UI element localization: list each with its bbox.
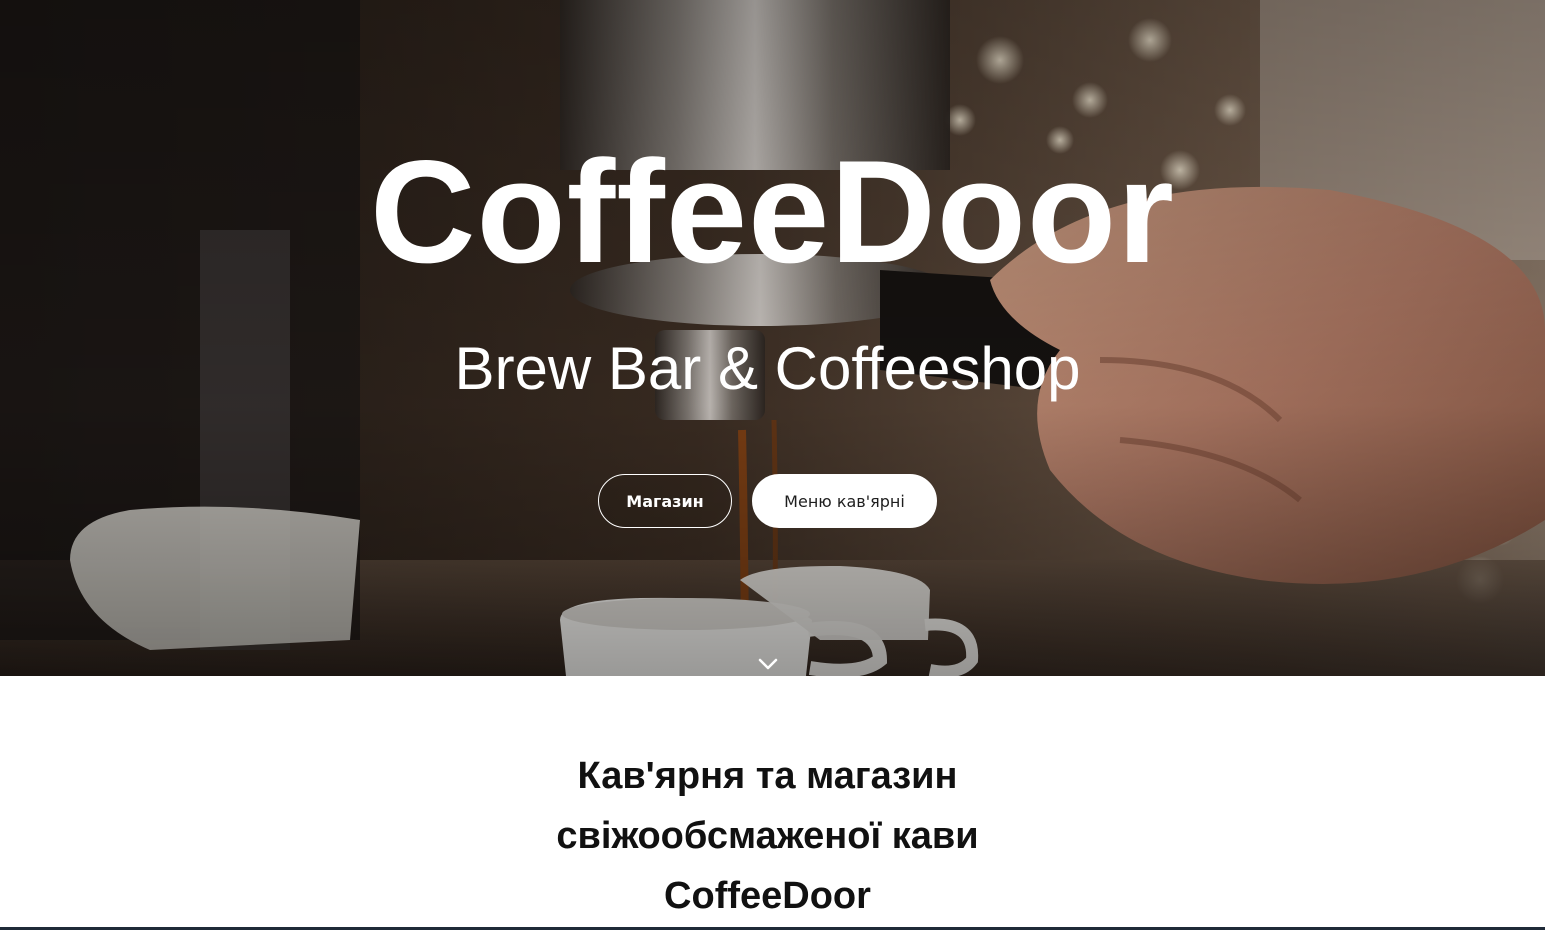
shop-button-label: Магазин: [626, 491, 704, 511]
intro-heading: Кав'ярня та магазин свіжообсмаженої кави…: [0, 746, 1535, 926]
hero-section: CoffeeDoor Brew Bar & Coffeeshop Магазин…: [0, 0, 1545, 676]
cafe-menu-button-label: Меню кав'ярні: [784, 491, 905, 511]
chevron-down-icon[interactable]: [757, 656, 779, 672]
intro-heading-line-1: Кав'ярня та магазин: [577, 755, 958, 797]
intro-heading-line-3: CoffeeDoor: [664, 875, 871, 917]
intro-heading-line-2: свіжообсмаженої кави: [556, 815, 979, 857]
hero-title: CoffeeDoor: [370, 130, 1175, 293]
page: CoffeeDoor Brew Bar & Coffeeshop Магазин…: [0, 0, 1545, 930]
hero-subtitle: Brew Bar & Coffeeshop: [454, 335, 1081, 402]
cafe-menu-button[interactable]: Меню кав'ярні: [752, 474, 937, 528]
shop-button[interactable]: Магазин: [598, 474, 732, 528]
